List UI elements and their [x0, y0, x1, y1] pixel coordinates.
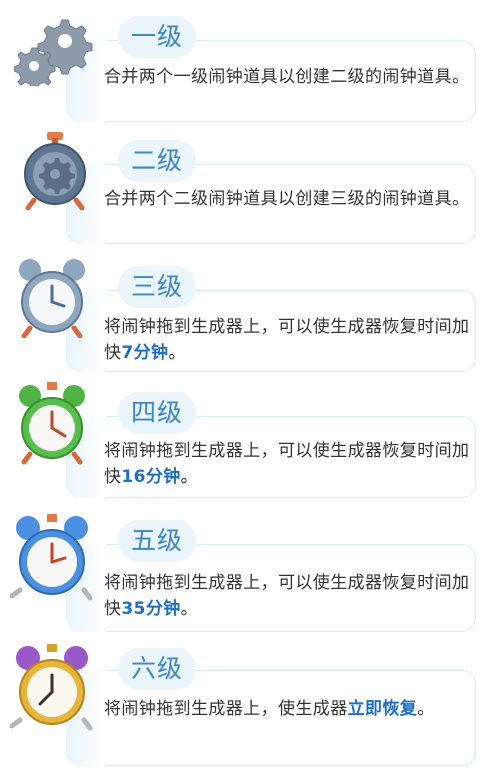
- level-5-badge: 五级: [118, 520, 196, 562]
- level-6-badge: 六级: [118, 648, 196, 690]
- level-3-punct: 。: [168, 343, 186, 363]
- gears-icon: [14, 14, 98, 86]
- level-2-badge: 二级: [118, 140, 196, 182]
- level-6-time-highlight: 立即恢复: [347, 699, 418, 719]
- level-5-time-highlight: 35分钟: [121, 599, 181, 619]
- level-6-punct: 。: [417, 699, 435, 719]
- level-1-description: 合并两个一级闹钟道具以创建二级的闹钟道具。: [104, 67, 470, 87]
- alarm-clock-gold-icon: [10, 642, 94, 734]
- alarm-clock-green-icon: [14, 380, 90, 466]
- level-4-badge: 四级: [118, 392, 196, 434]
- level-5-description: 将闹钟拖到生成器上，可以使生成器恢复时间加快35分钟。: [104, 570, 476, 622]
- level-3-description: 将闹钟拖到生成器上，可以使生成器恢复时间加快7分钟。: [104, 314, 476, 366]
- level-1-badge: 一级: [118, 16, 196, 58]
- gear-clock-icon: [20, 130, 90, 210]
- level-4-description: 将闹钟拖到生成器上，可以使生成器恢复时间加快16分钟。: [104, 438, 476, 490]
- alarm-clock-silver-icon: [14, 256, 90, 338]
- level-4-punct: 。: [180, 467, 199, 487]
- level-3-time-highlight: 7分钟: [121, 343, 169, 363]
- alarm-clock-blue-icon: [10, 512, 94, 604]
- level-4-time-highlight: 16分钟: [121, 467, 181, 487]
- level-3-badge: 三级: [118, 266, 196, 308]
- level-6-description-text: 将闹钟拖到生成器上，使生成器: [104, 699, 348, 719]
- level-5-punct: 。: [180, 599, 199, 619]
- level-2-description: 合并两个二级闹钟道具以创建三级的闹钟道具。: [104, 189, 470, 209]
- level-6-description: 将闹钟拖到生成器上，使生成器立即恢复。: [104, 696, 476, 722]
